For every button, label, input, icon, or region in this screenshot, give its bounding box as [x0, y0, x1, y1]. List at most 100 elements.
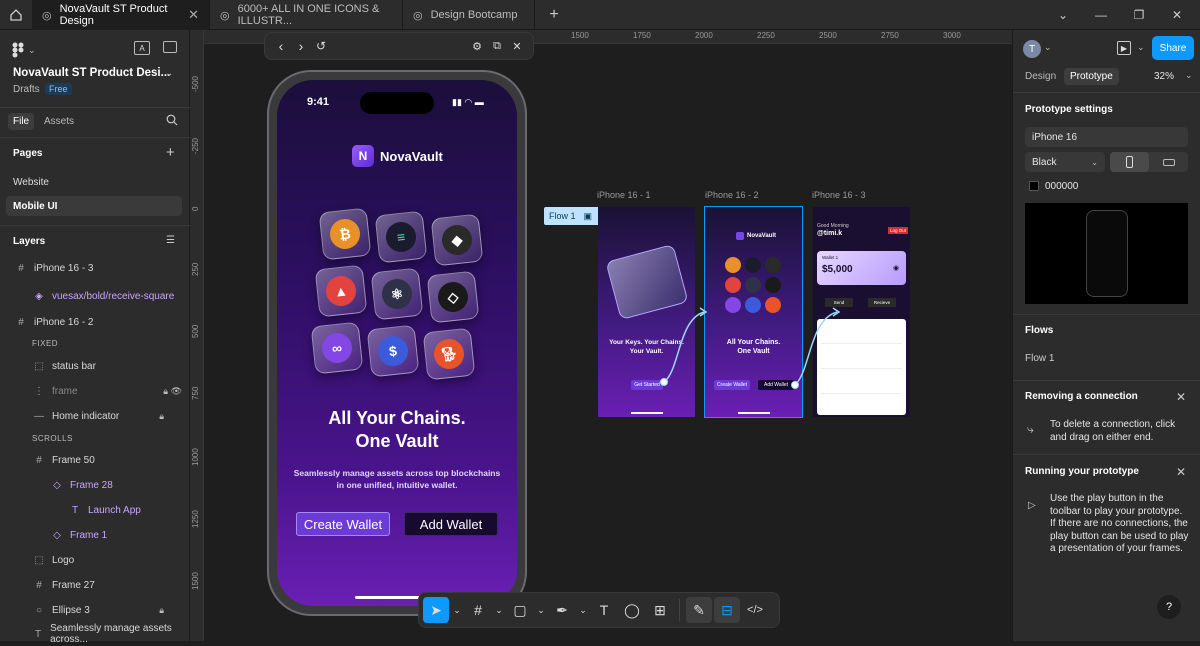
- design-mode-icon[interactable]: ⊟: [714, 597, 740, 623]
- connection-arrow[interactable]: [650, 300, 710, 390]
- dev-mode-icon[interactable]: </>: [742, 597, 768, 623]
- page-item-mobile-ui[interactable]: Mobile UI: [13, 201, 57, 212]
- restart-icon[interactable]: ↺: [311, 33, 331, 59]
- avatar[interactable]: T: [1023, 40, 1041, 58]
- flow-item[interactable]: Flow 1: [1025, 353, 1054, 364]
- draw-mode-icon[interactable]: ✎: [686, 597, 712, 623]
- lock-icon[interactable]: 🔒︎: [159, 605, 164, 616]
- color-swatch[interactable]: [1029, 181, 1039, 191]
- right-panel: T ⌄ ▶ ⌄ Share Design Prototype 32% ⌄ Pro…: [1012, 30, 1200, 641]
- frame-tool-icon[interactable]: #: [465, 597, 491, 623]
- layer-row[interactable]: ◇ Frame 1: [0, 523, 190, 547]
- drafts-label[interactable]: Drafts: [13, 84, 40, 95]
- eos-coin-icon: ◇: [426, 270, 480, 324]
- frame-label[interactable]: iPhone 16 - 1: [597, 190, 651, 200]
- zoom-level[interactable]: 32%: [1154, 71, 1174, 82]
- create-wallet-button[interactable]: Create Wallet: [714, 380, 750, 390]
- tab-design[interactable]: Design: [1025, 71, 1056, 82]
- lock-icon[interactable]: 🔒︎ 👁︎: [163, 386, 182, 397]
- chevron-down-icon[interactable]: ⌄: [577, 597, 589, 623]
- layer-row[interactable]: — Home indicator 🔒︎: [0, 404, 190, 428]
- layer-row[interactable]: # iPhone 16 - 3: [0, 256, 190, 280]
- search-icon[interactable]: [166, 114, 178, 129]
- home-icon[interactable]: [0, 0, 32, 30]
- frame-label[interactable]: iPhone 16 - 3: [812, 190, 866, 200]
- help-button[interactable]: ?: [1157, 595, 1181, 619]
- add-page-button[interactable]: +: [166, 144, 175, 161]
- device-select[interactable]: iPhone 16: [1025, 127, 1188, 147]
- frame3-user: @timi.k: [817, 230, 843, 237]
- phone-preview[interactable]: 9:41 ▮▮ ◠ ▬ N NovaVault ₿ ≡ ◆ ▲ ⚛ ◇ ∞ $ …: [267, 70, 527, 616]
- create-wallet-button[interactable]: Create Wallet: [296, 512, 390, 536]
- back-icon[interactable]: ‹: [271, 33, 291, 59]
- logout-button[interactable]: Log Out: [888, 227, 909, 234]
- landscape-icon[interactable]: [1149, 152, 1188, 172]
- orientation-toggle[interactable]: [1110, 152, 1188, 172]
- rectangle-tool-icon[interactable]: ▢: [507, 597, 533, 623]
- share-button[interactable]: Share: [1152, 36, 1194, 60]
- present-icon[interactable]: ▶: [1117, 41, 1131, 55]
- main-menu-button[interactable]: ⌄: [12, 42, 36, 58]
- chevron-down-icon[interactable]: ⌄: [1185, 70, 1193, 81]
- tab-file[interactable]: File: [8, 113, 35, 130]
- chevron-down-icon[interactable]: ⌄: [165, 68, 173, 79]
- text-tool-icon[interactable]: T: [591, 597, 617, 623]
- tab-prototype[interactable]: Prototype: [1064, 68, 1119, 85]
- actions-icon[interactable]: ⊞: [647, 597, 673, 623]
- close-icon[interactable]: ✕: [188, 7, 199, 23]
- close-icon[interactable]: ✕: [1176, 390, 1186, 404]
- layer-label: Seamlessly manage assets across...: [50, 623, 172, 645]
- connection-arrow[interactable]: [785, 300, 845, 390]
- layer-row[interactable]: # Frame 27: [0, 573, 190, 597]
- chevron-down-icon[interactable]: ⌄: [451, 597, 463, 623]
- maximize-button[interactable]: ❐: [1120, 0, 1158, 30]
- layer-row[interactable]: ⬚ status bar: [0, 354, 190, 378]
- tab-file[interactable]: ◎ 6000+ ALL IN ONE ICONS & ILLUSTR...: [210, 0, 403, 30]
- close-icon[interactable]: ✕: [1176, 465, 1186, 479]
- frame-label[interactable]: iPhone 16 - 2: [705, 190, 759, 200]
- add-wallet-button[interactable]: Add Wallet: [404, 512, 498, 536]
- comment-tool-icon[interactable]: ◯: [619, 597, 645, 623]
- flow-start-tag[interactable]: Flow 1 ▣: [544, 207, 601, 225]
- move-tool-icon[interactable]: ➤: [423, 597, 449, 623]
- shiba-coin-icon: 🐕︎: [422, 327, 476, 381]
- layer-row[interactable]: # Frame 50: [0, 448, 190, 472]
- tab-assets[interactable]: Assets: [44, 116, 74, 127]
- page-item-website[interactable]: Website: [13, 177, 49, 188]
- portrait-icon[interactable]: [1110, 152, 1149, 172]
- new-tab-button[interactable]: +: [535, 0, 573, 30]
- layer-row[interactable]: ○ Ellipse 3 🔒︎: [0, 598, 190, 622]
- layer-row[interactable]: ⋮ frame 🔒︎ 👁︎: [0, 379, 190, 403]
- translate-icon[interactable]: A: [134, 41, 150, 55]
- chevron-down-icon[interactable]: ⌄: [1044, 0, 1082, 30]
- pen-tool-icon[interactable]: ✒: [549, 597, 575, 623]
- file-title[interactable]: NovaVault ST Product Desi...: [13, 67, 170, 79]
- bg-color-hex[interactable]: 000000: [1045, 181, 1078, 192]
- layer-row[interactable]: ◇ Frame 28: [0, 473, 190, 497]
- chevron-down-icon[interactable]: ⌄: [1137, 42, 1145, 53]
- lock-icon[interactable]: 🔒︎: [159, 411, 164, 422]
- receive-button[interactable]: Recieve: [868, 298, 896, 307]
- settings-icon[interactable]: ⚙: [467, 33, 487, 59]
- layer-row[interactable]: ⬚ Logo: [0, 548, 190, 572]
- close-icon[interactable]: ✕: [507, 33, 527, 59]
- minimize-button[interactable]: —: [1082, 0, 1120, 30]
- sidebar-toggle-icon[interactable]: [163, 41, 177, 53]
- canvas[interactable]: 1500 1750 2000 2250 2500 2750 3000 -500 …: [190, 30, 1012, 641]
- divider: [0, 225, 190, 226]
- avalanche-coin-icon: ▲: [314, 264, 368, 318]
- tab-file-active[interactable]: ◎ NovaVault ST Product Design ✕: [32, 0, 210, 30]
- chevron-down-icon[interactable]: ⌄: [1044, 42, 1052, 53]
- tab-file[interactable]: ◎ Design Bootcamp: [403, 0, 535, 30]
- open-external-icon[interactable]: ⧉: [487, 33, 507, 59]
- layer-row[interactable]: T Launch App: [0, 498, 190, 522]
- collapse-layers-icon[interactable]: ☰: [166, 235, 175, 246]
- chevron-down-icon[interactable]: ⌄: [535, 597, 547, 623]
- forward-icon[interactable]: ›: [291, 33, 311, 59]
- layer-row[interactable]: T Seamlessly manage assets across...: [0, 622, 190, 646]
- phone-screen[interactable]: 9:41 ▮▮ ◠ ▬ N NovaVault ₿ ≡ ◆ ▲ ⚛ ◇ ∞ $ …: [277, 80, 517, 606]
- close-window-button[interactable]: ✕: [1158, 0, 1196, 30]
- color-mode-select[interactable]: Black ⌄: [1025, 152, 1105, 172]
- layer-row[interactable]: ◈ vuesax/bold/receive-square: [0, 284, 190, 308]
- chevron-down-icon[interactable]: ⌄: [493, 597, 505, 623]
